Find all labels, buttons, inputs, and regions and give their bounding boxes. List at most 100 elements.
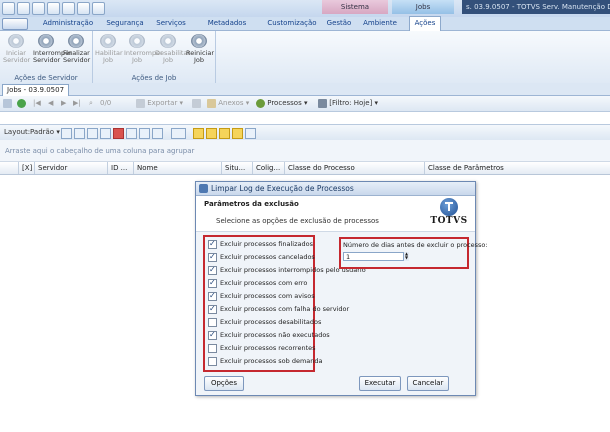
checkbox-erro-label: Excluir processos com erro bbox=[220, 279, 308, 287]
habilitar-job-button[interactable]: Habilitar Job bbox=[95, 34, 123, 64]
layout-save-icon[interactable] bbox=[61, 128, 72, 139]
tab-metadados[interactable]: Metadados (Beta) bbox=[196, 17, 258, 40]
checkbox-nao-executados-label: Excluir processos não executados bbox=[220, 331, 330, 339]
checkbox-recorrentes-box[interactable] bbox=[208, 344, 217, 353]
executar-button[interactable]: Executar bbox=[359, 376, 401, 391]
cancelar-button[interactable]: Cancelar bbox=[407, 376, 449, 391]
layout-edit-icon[interactable] bbox=[100, 128, 111, 139]
tab-seguranca[interactable]: Segurança bbox=[102, 17, 148, 30]
column-coligada[interactable]: Colig... bbox=[252, 162, 284, 174]
group-label-servidor: Ações de Servidor bbox=[14, 74, 78, 82]
print-icon[interactable] bbox=[192, 98, 201, 109]
processos-button[interactable]: Processos ▾ bbox=[256, 98, 307, 109]
opcoes-button[interactable]: Opções bbox=[204, 376, 244, 391]
layout-option-2-icon[interactable] bbox=[206, 128, 217, 139]
export-icon bbox=[136, 98, 145, 108]
next-record-icon[interactable]: ▶ bbox=[61, 98, 66, 109]
chart-icon[interactable] bbox=[171, 128, 186, 139]
layout-image-icon[interactable] bbox=[139, 128, 150, 139]
checkbox-avisos-box[interactable] bbox=[208, 290, 217, 301]
checkbox-falha-servidor-label: Excluir processos com falha do servidor bbox=[220, 305, 350, 313]
days-label: Número de dias antes de excluir o proces… bbox=[343, 241, 488, 249]
dialog-header: Parâmetros da exclusão Selecione as opçõ… bbox=[196, 196, 475, 232]
column-classe-parametros[interactable]: Classe de Parâmetros bbox=[424, 162, 610, 174]
layout-delete-icon[interactable] bbox=[113, 128, 124, 139]
app-icon[interactable] bbox=[2, 2, 15, 15]
job-restart-icon bbox=[191, 34, 207, 48]
days-input[interactable]: 1 bbox=[343, 252, 407, 261]
redo-icon[interactable] bbox=[47, 2, 60, 15]
layout-option-4-icon[interactable] bbox=[232, 128, 243, 139]
server-pause-icon bbox=[38, 34, 54, 48]
anexos-button[interactable]: Anexos ▾ bbox=[207, 98, 249, 109]
exportar-label: Exportar bbox=[147, 99, 178, 107]
checkbox-cancelados-box[interactable] bbox=[208, 251, 217, 262]
checkbox-sob-demanda-box[interactable] bbox=[208, 357, 217, 366]
document-tab-jobs[interactable]: Jobs - 03.9.0507 bbox=[2, 84, 70, 96]
first-record-icon[interactable]: |◀ bbox=[33, 98, 41, 109]
layout-grid-icon[interactable] bbox=[74, 128, 85, 139]
context-tab-sistema[interactable]: Sistema bbox=[322, 0, 388, 14]
checkbox-desabilitados-label: Excluir processos desabilitados bbox=[220, 318, 322, 326]
layout-select[interactable]: Padrão ▾ bbox=[30, 127, 60, 138]
column-nome[interactable]: Nome bbox=[133, 162, 221, 174]
last-record-icon[interactable]: ▶| bbox=[73, 98, 81, 109]
exportar-button[interactable]: Exportar ▾ bbox=[136, 98, 183, 109]
checkbox-finalizados-box[interactable] bbox=[208, 238, 217, 249]
layout-filter-icon[interactable] bbox=[126, 128, 137, 139]
print-icon[interactable] bbox=[77, 2, 90, 15]
checkbox-falha-servidor-box[interactable] bbox=[208, 303, 217, 314]
title-bar: Sistema Jobs s. 03.9.0507 - TOTVS Serv. … bbox=[0, 0, 610, 18]
previous-record-icon[interactable]: ◀ bbox=[48, 98, 53, 109]
interromper-job-button[interactable]: Interromper Job bbox=[124, 34, 163, 64]
layout-option-3-icon[interactable] bbox=[219, 128, 230, 139]
server-gear-icon bbox=[8, 34, 24, 48]
totvs-logo: TOTVS bbox=[429, 198, 469, 228]
help-icon[interactable] bbox=[92, 2, 105, 15]
layout-text-icon[interactable] bbox=[245, 128, 256, 139]
finalizar-servidor-label: Finalizar Servidor bbox=[63, 49, 91, 64]
checkbox-erro-box[interactable] bbox=[208, 277, 217, 288]
ribbon: Iniciar Servidor Interromper Servidor Fi… bbox=[0, 31, 610, 84]
layout-columns-icon[interactable] bbox=[87, 128, 98, 139]
group-by-area[interactable]: Arraste aqui o cabeçalho de uma coluna p… bbox=[0, 140, 610, 162]
binoculars-icon[interactable]: ⌕ bbox=[89, 98, 93, 109]
tab-servicos[interactable]: Serviços bbox=[152, 17, 190, 30]
column-servidor[interactable]: Servidor bbox=[34, 162, 107, 174]
quick-access-toolbar bbox=[2, 2, 105, 15]
tab-ambiente[interactable]: Ambiente bbox=[360, 17, 400, 30]
days-before-delete-panel: Número de dias antes de excluir o proces… bbox=[339, 237, 488, 269]
column-classe-processo[interactable]: Classe do Processo bbox=[284, 162, 424, 174]
layout-option-1-icon[interactable] bbox=[193, 128, 204, 139]
days-spinner[interactable]: ▲ ▼ bbox=[403, 252, 409, 261]
reiniciar-job-button[interactable]: Reiniciar Job bbox=[186, 34, 214, 64]
filter-button[interactable]: [Filtro: Hoje] ▾ bbox=[318, 98, 378, 109]
window-icon[interactable] bbox=[62, 2, 75, 15]
edit-icon[interactable] bbox=[3, 98, 12, 109]
refresh-icon[interactable] bbox=[17, 98, 26, 109]
tab-administracao[interactable]: Administração bbox=[37, 17, 99, 30]
context-tab-jobs[interactable]: Jobs bbox=[392, 0, 454, 14]
tab-acoes[interactable]: Ações bbox=[409, 16, 441, 31]
checkbox-avisos-label: Excluir processos com avisos bbox=[220, 292, 315, 300]
column-select[interactable]: [X] bbox=[18, 162, 34, 174]
column-situacao[interactable]: Situ... bbox=[221, 162, 252, 174]
desabilitar-job-button[interactable]: Desabilitar Job bbox=[155, 34, 190, 64]
tab-gestao[interactable]: Gestão bbox=[324, 17, 354, 30]
iniciar-servidor-button[interactable]: Iniciar Servidor bbox=[3, 34, 31, 64]
save-icon[interactable] bbox=[17, 2, 30, 15]
tab-customizacao[interactable]: Customização bbox=[264, 17, 320, 30]
checkbox-desabilitados-box[interactable] bbox=[208, 318, 217, 327]
checkbox-interrompidos-box[interactable] bbox=[208, 264, 217, 275]
checkbox-nao-executados-box[interactable] bbox=[208, 329, 217, 340]
iniciar-servidor-label: Iniciar Servidor bbox=[3, 49, 31, 64]
undo-icon[interactable] bbox=[32, 2, 45, 15]
interromper-servidor-button[interactable]: Interromper Servidor bbox=[33, 34, 72, 64]
finalizar-servidor-button[interactable]: Finalizar Servidor bbox=[63, 34, 91, 64]
filter-icon bbox=[318, 98, 327, 108]
totvs-logo-icon bbox=[440, 198, 458, 216]
application-menu-button[interactable] bbox=[2, 18, 28, 30]
layout-export-icon[interactable] bbox=[152, 128, 163, 139]
dialog-title-bar[interactable]: Limpar Log de Execução de Processos bbox=[196, 182, 475, 196]
column-id[interactable]: ID ... bbox=[107, 162, 133, 174]
